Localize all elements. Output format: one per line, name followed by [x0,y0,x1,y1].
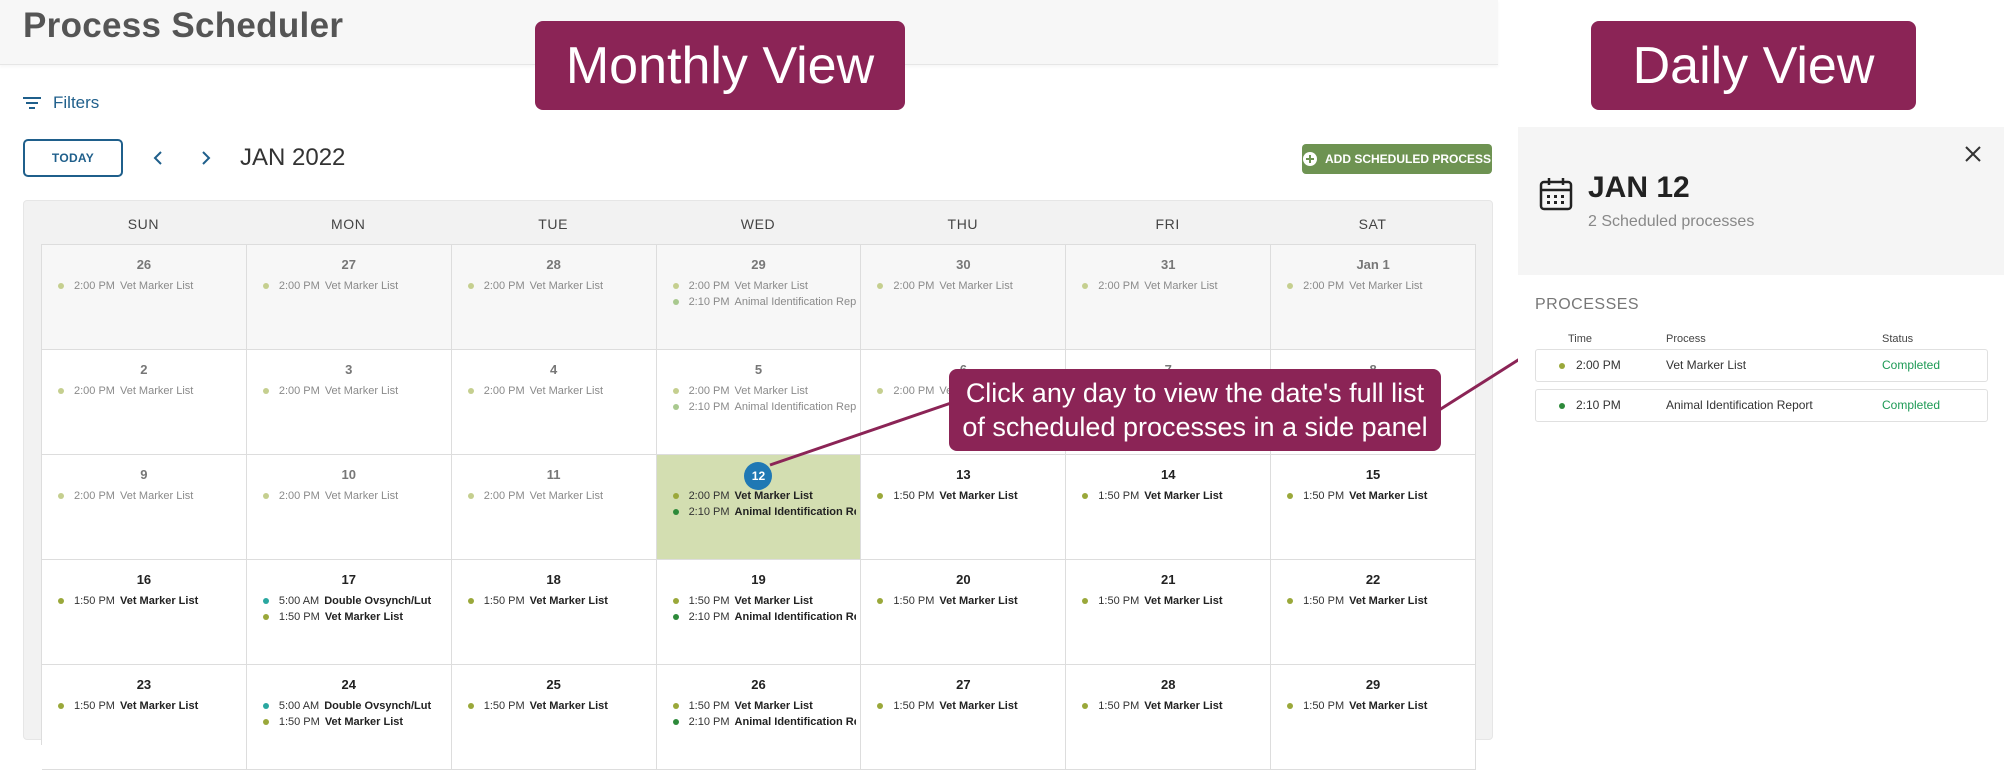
column-time: Time [1568,333,1593,345]
column-process: Process [1666,333,1706,345]
process-status-dot [1559,363,1565,369]
tip-line-1: Click any day to view the date's full li… [965,378,1425,408]
click-day-tip: Click any day to view the date's full li… [949,369,1441,451]
processes-heading: PROCESSES [1535,296,1640,313]
tip-connector-left [769,400,955,467]
close-panel-button[interactable] [1963,144,1983,169]
process-status: Completed [1882,358,1941,372]
monthly-view-callout: Monthly View [535,21,905,110]
daily-view-callout: Daily View [1591,21,1916,110]
process-status-dot [1559,403,1565,409]
process-name: Animal Identification Report [1666,398,1813,412]
process-time: 2:00 PM [1576,358,1621,372]
process-time: 2:10 PM [1576,398,1621,412]
close-icon [1965,146,1981,162]
panel-date: JAN 12 [1588,171,1690,204]
calendar-icon [1538,176,1574,217]
column-status: Status [1882,333,1914,345]
process-name: Vet Marker List [1666,358,1747,372]
panel-subtitle: 2 Scheduled processes [1588,213,1755,230]
process-status: Completed [1882,398,1941,412]
tip-line-2: of scheduled processes in a side panel [962,412,1428,442]
